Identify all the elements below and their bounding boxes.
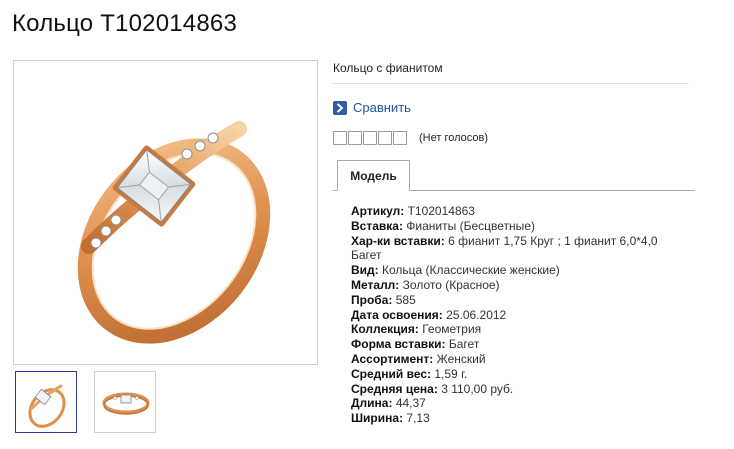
ring-thumbnail-side (102, 392, 150, 415)
thumbnail-front[interactable] (15, 371, 77, 433)
rating-star-1[interactable] (333, 131, 347, 145)
compare-label[interactable]: Сравнить (353, 100, 411, 115)
spec-value: Геометрия (422, 322, 482, 337)
short-description: Кольцо с фианитом (333, 61, 689, 84)
main-product-image[interactable] (13, 60, 318, 365)
spec-key: Хар-ки вставки: (351, 233, 445, 248)
spec-row-insert-details: Хар-ки вставки: 6 фианит 1,75 Круг ; 1 ф… (351, 234, 681, 264)
spec-row-purity: Проба: 585 (351, 293, 681, 308)
spec-key: Вид: (351, 263, 379, 278)
spec-key: Коллекция: (351, 322, 419, 337)
spec-key: Проба: (351, 292, 393, 307)
spec-row-assortment: Ассортимент: Женский (351, 352, 681, 367)
thumbnail-side[interactable] (94, 371, 156, 433)
spec-row-article: Артикул: Т102014863 (351, 204, 681, 219)
spec-value: 44,37 (395, 396, 426, 411)
spec-value: Фианиты (Бесцветные) (406, 218, 535, 233)
spec-value: Кольца (Классические женские) (382, 263, 560, 278)
spec-value: 7,13 (406, 411, 430, 426)
spec-row-insert-shape: Форма вставки: Багет (351, 337, 681, 352)
spec-row-insert: Вставка: Фианиты (Бесцветные) (351, 219, 681, 234)
rating-widget[interactable]: (Нет голосов) (333, 131, 488, 145)
spec-row-length: Длина: 44,37 (351, 396, 681, 411)
spec-key: Артикул: (351, 204, 405, 218)
ring-image (77, 121, 271, 344)
spec-key: Ассортимент: (351, 351, 434, 366)
spec-key: Вставка: (351, 218, 403, 233)
spec-row-type: Вид: Кольца (Классические женские) (351, 263, 681, 278)
rating-star-2[interactable] (348, 131, 362, 145)
spec-key: Дата освоения: (351, 307, 443, 322)
spec-key: Средняя цена: (351, 381, 438, 396)
spec-key: Форма вставки: (351, 337, 446, 352)
spec-list: Артикул: Т102014863 Вставка: Фианиты (Бе… (351, 204, 681, 426)
spec-value: 3 110,00 руб. (441, 381, 514, 396)
tab-model[interactable]: Модель (337, 160, 410, 191)
rating-star-3[interactable] (363, 131, 377, 145)
spec-key: Средний вес: (351, 366, 432, 381)
spec-value: Золото (Красное) (402, 277, 500, 292)
page-title: Кольцо Т102014863 (12, 10, 237, 37)
spec-row-release-date: Дата освоения: 25.06.2012 (351, 308, 681, 323)
spec-key: Ширина: (351, 411, 404, 426)
spec-row-collection: Коллекция: Геометрия (351, 322, 681, 337)
spec-row-weight: Средний вес: 1,59 г. (351, 367, 681, 382)
ring-thumbnail-front (28, 384, 66, 428)
rating-star-4[interactable] (378, 131, 392, 145)
votes-count: (Нет голосов) (419, 132, 489, 144)
spec-value: Багет (448, 337, 480, 352)
spec-key: Металл: (351, 277, 400, 292)
spec-key: Длина: (351, 396, 393, 411)
spec-value: 25.06.2012 (446, 307, 507, 322)
spec-row-width: Ширина: 7,13 (351, 411, 681, 426)
spec-value: Т102014863 (407, 204, 475, 218)
compare-link[interactable]: Сравнить (333, 100, 411, 115)
spec-value: 1,59 г. (434, 366, 468, 381)
rating-star-5[interactable] (393, 131, 407, 145)
spec-value: 585 (395, 292, 416, 307)
chevron-right-icon (333, 100, 347, 115)
spec-row-price: Средняя цена: 3 110,00 руб. (351, 382, 681, 397)
spec-value: Женский (436, 351, 486, 366)
spec-row-metal: Металл: Золото (Красное) (351, 278, 681, 293)
